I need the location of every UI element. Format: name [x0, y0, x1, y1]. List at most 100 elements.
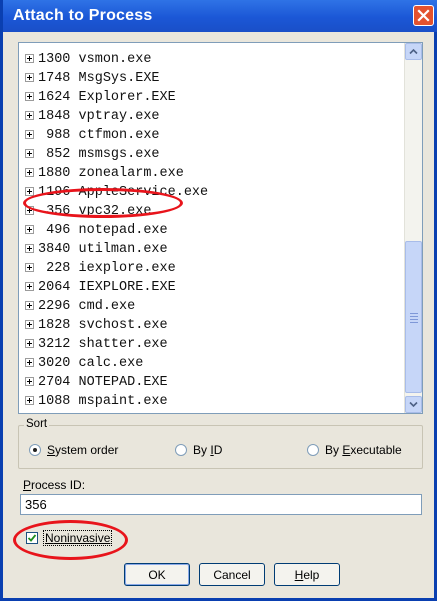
expand-plus-icon[interactable]	[25, 168, 34, 177]
sort-by-id-label: By ID	[193, 442, 223, 457]
row-spacer	[70, 413, 78, 414]
process-row[interactable]: 1880 zonealarm.exe	[25, 164, 400, 183]
process-row[interactable]: 3232 windbg.exe	[25, 411, 400, 414]
expand-plus-icon[interactable]	[25, 225, 34, 234]
sort-label: Sort	[24, 418, 50, 430]
expand-plus-icon[interactable]	[25, 263, 34, 272]
expand-plus-icon[interactable]	[25, 149, 34, 158]
process-row[interactable]: 852 msmsgs.exe	[25, 145, 400, 164]
expand-plus-icon[interactable]	[25, 111, 34, 120]
process-pid: 1748	[38, 71, 71, 86]
row-spacer	[70, 90, 78, 105]
process-pid: 988	[38, 128, 71, 143]
expand-plus-icon[interactable]	[25, 320, 34, 329]
process-pid: 3232	[38, 413, 70, 414]
process-row[interactable]: 1088 mspaint.exe	[25, 392, 400, 411]
sort-system-order-label: System order	[47, 442, 119, 457]
radio-button-icon	[29, 443, 41, 456]
expand-plus-icon[interactable]	[25, 282, 34, 291]
process-name: iexplore.exe	[78, 261, 176, 276]
process-name: MsgSys.EXE	[78, 71, 160, 86]
process-rows: 1300 vsmon.exe 1748 MsgSys.EXE 1624 Explor…	[25, 50, 400, 414]
row-spacer	[70, 375, 78, 390]
grip-line	[410, 316, 418, 317]
process-row[interactable]: 496 notepad.exe	[25, 221, 400, 240]
sort-by-id-radio[interactable]: By ID	[175, 442, 222, 457]
process-id-label: Process ID:	[23, 478, 86, 492]
expand-plus-icon[interactable]	[25, 377, 34, 386]
row-spacer	[70, 204, 78, 219]
expand-plus-icon[interactable]	[25, 73, 34, 82]
close-button[interactable]	[413, 5, 434, 26]
process-name: windbg.exe	[79, 413, 160, 414]
process-list[interactable]: 1300 vsmon.exe 1748 MsgSys.EXE 1624 Explor…	[18, 42, 423, 414]
cancel-button[interactable]: Cancel	[199, 563, 265, 586]
process-name: vptray.exe	[78, 109, 160, 124]
process-row[interactable]: 2064 IEXPLORE.EXE	[25, 278, 400, 297]
scroll-down-button[interactable]	[405, 396, 422, 413]
row-spacer	[70, 318, 78, 333]
expand-plus-icon[interactable]	[25, 92, 34, 101]
process-pid: 1624	[38, 90, 71, 105]
process-pid: 1880	[38, 166, 71, 181]
chevron-down-icon	[409, 401, 418, 408]
process-row[interactable]: 356 vpc32.exe	[25, 202, 400, 221]
process-row[interactable]: 2296 cmd.exe	[25, 297, 400, 316]
scroll-thumb[interactable]	[405, 241, 422, 393]
process-row[interactable]: 1828 svchost.exe	[25, 316, 400, 335]
process-name: IEXPLORE.EXE	[78, 280, 176, 295]
process-name: vsmon.exe	[78, 52, 152, 67]
sort-by-executable-radio[interactable]: By Executable	[307, 442, 402, 457]
expand-plus-icon[interactable]	[25, 301, 34, 310]
process-pid: 1196	[38, 185, 71, 200]
process-name: calc.exe	[78, 356, 144, 371]
process-pid: 2704	[38, 375, 71, 390]
process-row[interactable]: 1300 vsmon.exe	[25, 50, 400, 69]
process-row[interactable]: 3020 calc.exe	[25, 354, 400, 373]
row-spacer	[70, 280, 78, 295]
process-pid: 3840	[38, 242, 71, 257]
process-row[interactable]: 1748 MsgSys.EXE	[25, 69, 400, 88]
expand-plus-icon[interactable]	[25, 187, 34, 196]
process-row[interactable]: 1196 AppleService.exe	[25, 183, 400, 202]
grip-line	[410, 319, 418, 320]
noninvasive-checkbox[interactable]: Noninvasive	[26, 529, 113, 546]
process-row[interactable]: 3840 utilman.exe	[25, 240, 400, 259]
expand-plus-icon[interactable]	[25, 339, 34, 348]
scroll-up-button[interactable]	[405, 43, 422, 60]
process-row[interactable]: 988 ctfmon.exe	[25, 126, 400, 145]
expand-plus-icon[interactable]	[25, 130, 34, 139]
row-spacer	[70, 128, 78, 143]
process-pid: 356	[38, 204, 71, 219]
process-id-input[interactable]: 356	[20, 494, 422, 515]
process-name: Explorer.EXE	[78, 90, 176, 105]
process-pid: 1088	[38, 394, 71, 409]
process-name: zonealarm.exe	[78, 166, 184, 181]
process-row[interactable]: 1848 vptray.exe	[25, 107, 400, 126]
row-spacer	[70, 185, 78, 200]
row-spacer	[70, 166, 78, 181]
sort-groupbox: Sort System order By ID By Executable	[18, 418, 423, 469]
row-spacer	[70, 261, 78, 276]
help-button[interactable]: Help	[274, 563, 340, 586]
process-name: notepad.exe	[78, 223, 168, 238]
ok-button[interactable]: OK	[124, 563, 190, 586]
expand-plus-icon[interactable]	[25, 206, 34, 215]
title-bar[interactable]: Attach to Process	[3, 0, 437, 32]
window-title: Attach to Process	[13, 7, 153, 24]
sort-by-executable-label: By Executable	[325, 442, 402, 457]
expand-plus-icon[interactable]	[25, 358, 34, 367]
process-name: ctfmon.exe	[78, 128, 160, 143]
process-row[interactable]: 228 iexplore.exe	[25, 259, 400, 278]
sort-system-order-radio[interactable]: System order	[29, 442, 118, 457]
vertical-scrollbar[interactable]	[404, 43, 422, 413]
process-name: utilman.exe	[78, 242, 168, 257]
expand-plus-icon[interactable]	[25, 54, 34, 63]
process-name: mspaint.exe	[78, 394, 168, 409]
process-row[interactable]: 1624 Explorer.EXE	[25, 88, 400, 107]
process-row[interactable]: 2704 NOTEPAD.EXE	[25, 373, 400, 392]
expand-plus-icon[interactable]	[25, 396, 34, 405]
process-name: cmd.exe	[78, 299, 136, 314]
process-row[interactable]: 3212 shatter.exe	[25, 335, 400, 354]
expand-plus-icon[interactable]	[25, 244, 34, 253]
